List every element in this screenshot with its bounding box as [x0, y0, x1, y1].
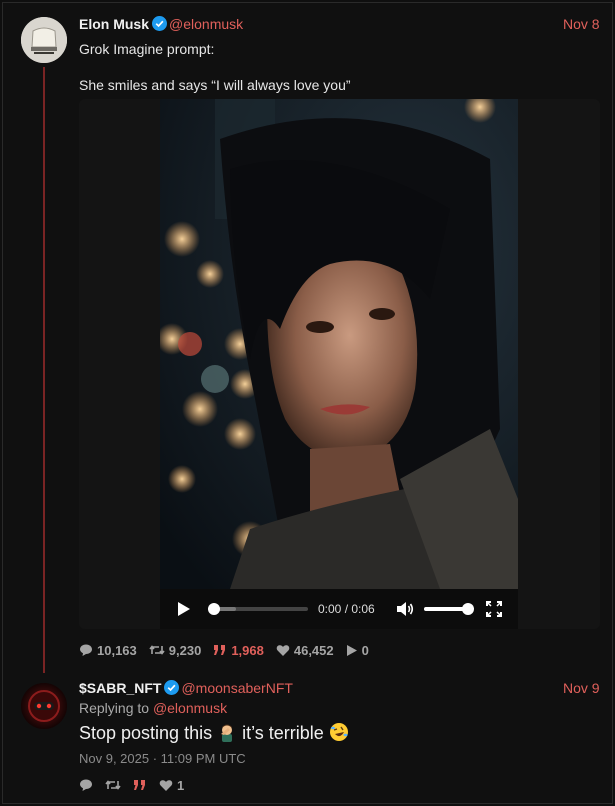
video-time: 0:00 / 0:06	[318, 602, 375, 616]
quote-count[interactable]: 1,968	[213, 643, 264, 658]
reply-quote-button[interactable]	[133, 779, 147, 791]
tweet-text-line-2: She smiles and says “I will always love …	[79, 77, 351, 93]
reply-retweet-button[interactable]	[105, 778, 121, 792]
progress-knob[interactable]	[208, 603, 220, 615]
replying-to-label: Replying to	[79, 700, 150, 716]
reply-count[interactable]: 10,163	[79, 643, 137, 658]
avatar[interactable]	[21, 17, 67, 63]
author-handle[interactable]: @elonmusk	[169, 16, 243, 32]
thread-connector-line	[43, 67, 45, 673]
replying-to: Replying to @elonmusk	[79, 700, 227, 716]
quote-icon	[214, 645, 226, 655]
reply-stats: 1	[79, 776, 184, 794]
quote-count-value: 1,968	[231, 642, 264, 658]
heart-icon	[159, 779, 173, 791]
reply-text-part-1: Stop posting this	[79, 723, 213, 743]
view-count[interactable]: 0	[346, 643, 369, 658]
like-count[interactable]: 46,452	[276, 643, 334, 658]
video-frame[interactable]	[160, 99, 518, 589]
reply-count-value: 10,163	[97, 642, 137, 658]
volume-icon[interactable]	[396, 601, 414, 617]
tweet-thread: Elon Musk @elonmusk Nov 8 Grok Imagine pr…	[2, 2, 613, 804]
avatar[interactable]	[21, 683, 67, 729]
volume-slider[interactable]	[424, 603, 474, 615]
reply-text-part-2: it’s terrible	[242, 723, 324, 743]
views-play-icon	[346, 644, 357, 656]
replying-to-handle[interactable]: @elonmusk	[153, 700, 227, 716]
retweet-count[interactable]: 9,230	[149, 642, 202, 658]
reply-date[interactable]: Nov 9	[563, 680, 600, 696]
facepalm-emoji-icon	[221, 724, 233, 742]
reply-timestamp[interactable]: Nov 9, 2025 · 11:09 PM UTC	[79, 751, 246, 766]
tweet-header: Elon Musk @elonmusk	[79, 16, 243, 34]
reply-reply-button[interactable]	[79, 778, 93, 792]
video-progress-bar[interactable]	[208, 603, 308, 615]
reply-text: Stop posting this it’s terrible	[79, 722, 349, 744]
view-count-value: 0	[361, 642, 369, 658]
reply-author-handle[interactable]: @moonsaberNFT	[181, 680, 292, 696]
play-icon[interactable]	[178, 602, 190, 616]
video-player[interactable]: 0:00 / 0:06	[79, 99, 600, 629]
tweet-stats: 10,163 9,230 1,968 46,452 0	[79, 641, 369, 659]
tweet-text-line-1: Grok Imagine prompt:	[79, 41, 215, 57]
author-name[interactable]: Elon Musk	[79, 16, 149, 32]
comment-icon	[80, 644, 92, 656]
reply-like-count[interactable]: 1	[159, 778, 184, 793]
verified-badge-icon	[152, 16, 168, 31]
retweet-count-value: 9,230	[168, 642, 202, 658]
reply-like-count-value: 1	[177, 777, 185, 793]
avatar-image	[21, 683, 67, 729]
reply-header: $SABR_NFT @moonsaberNFT	[79, 680, 293, 698]
heart-icon	[276, 644, 290, 656]
retweet-icon	[105, 780, 121, 790]
like-count-value: 46,452	[293, 642, 334, 658]
video-controls: 0:00 / 0:06	[160, 589, 518, 629]
quote-icon	[134, 780, 145, 790]
verified-badge-icon	[164, 680, 180, 695]
retweet-icon	[149, 645, 165, 655]
comment-icon	[80, 779, 92, 791]
volume-knob[interactable]	[462, 603, 474, 615]
tweet-date[interactable]: Nov 8	[563, 16, 600, 32]
avatar-image	[21, 17, 67, 63]
rofl-emoji-icon	[329, 723, 348, 741]
fullscreen-icon[interactable]	[486, 601, 502, 617]
reply-author-name[interactable]: $SABR_NFT	[79, 680, 161, 696]
